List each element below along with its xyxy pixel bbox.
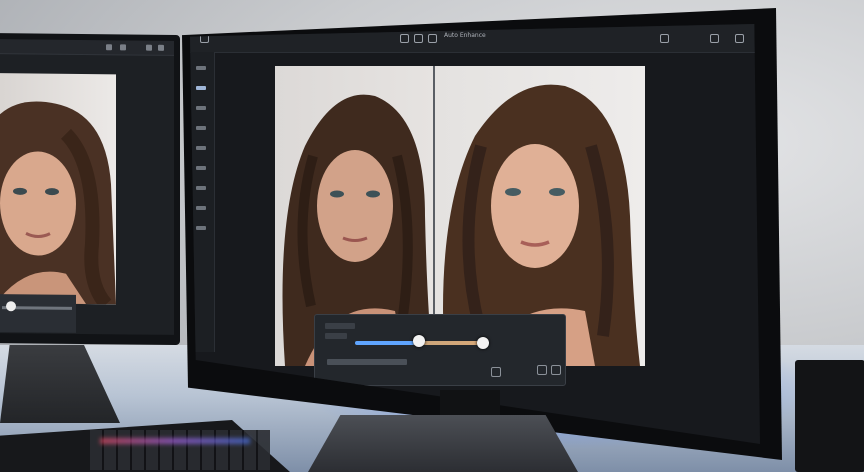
crop-icon[interactable] [491, 367, 501, 377]
close-icon[interactable] [735, 34, 744, 43]
refresh-icon[interactable] [537, 365, 547, 375]
window-icon[interactable] [146, 44, 152, 51]
gear-icon[interactable] [660, 34, 669, 43]
tool-item[interactable] [196, 206, 206, 210]
redo-icon[interactable] [414, 34, 423, 43]
panel-label [325, 323, 355, 329]
window-icon[interactable] [120, 44, 126, 51]
tool-item[interactable] [196, 126, 206, 130]
enhance-slider-handle[interactable] [413, 335, 425, 347]
tool-item[interactable] [196, 226, 206, 230]
left-portrait-photo [0, 73, 116, 305]
tool-item[interactable] [196, 66, 206, 70]
main-monitor-base [308, 415, 578, 472]
left-topbar [0, 39, 174, 56]
left-monitor [0, 33, 180, 345]
tool-item[interactable] [196, 186, 206, 190]
keyboard-rgb-light [100, 438, 250, 444]
undo-icon[interactable] [400, 34, 409, 43]
secondary-slider-handle[interactable] [477, 337, 489, 349]
slider-handle[interactable] [6, 301, 16, 312]
progress-bar [327, 359, 407, 365]
share-icon[interactable] [710, 34, 719, 43]
close-icon[interactable] [158, 44, 164, 51]
tool-item[interactable] [196, 106, 206, 110]
left-slider-panel [0, 294, 76, 333]
panel-label [325, 333, 347, 339]
tool-item[interactable] [196, 166, 206, 170]
tool-item-active[interactable] [196, 86, 206, 90]
keyboard-keys [90, 430, 270, 470]
settings-icon[interactable] [551, 365, 561, 375]
speaker [795, 360, 864, 472]
toolbar-label: Auto Enhance [444, 32, 486, 39]
zoom-icon[interactable] [428, 34, 437, 43]
tool-item[interactable] [196, 146, 206, 150]
left-monitor-screen [0, 39, 174, 335]
adjustment-panel [314, 314, 566, 386]
window-icon[interactable] [106, 44, 112, 51]
